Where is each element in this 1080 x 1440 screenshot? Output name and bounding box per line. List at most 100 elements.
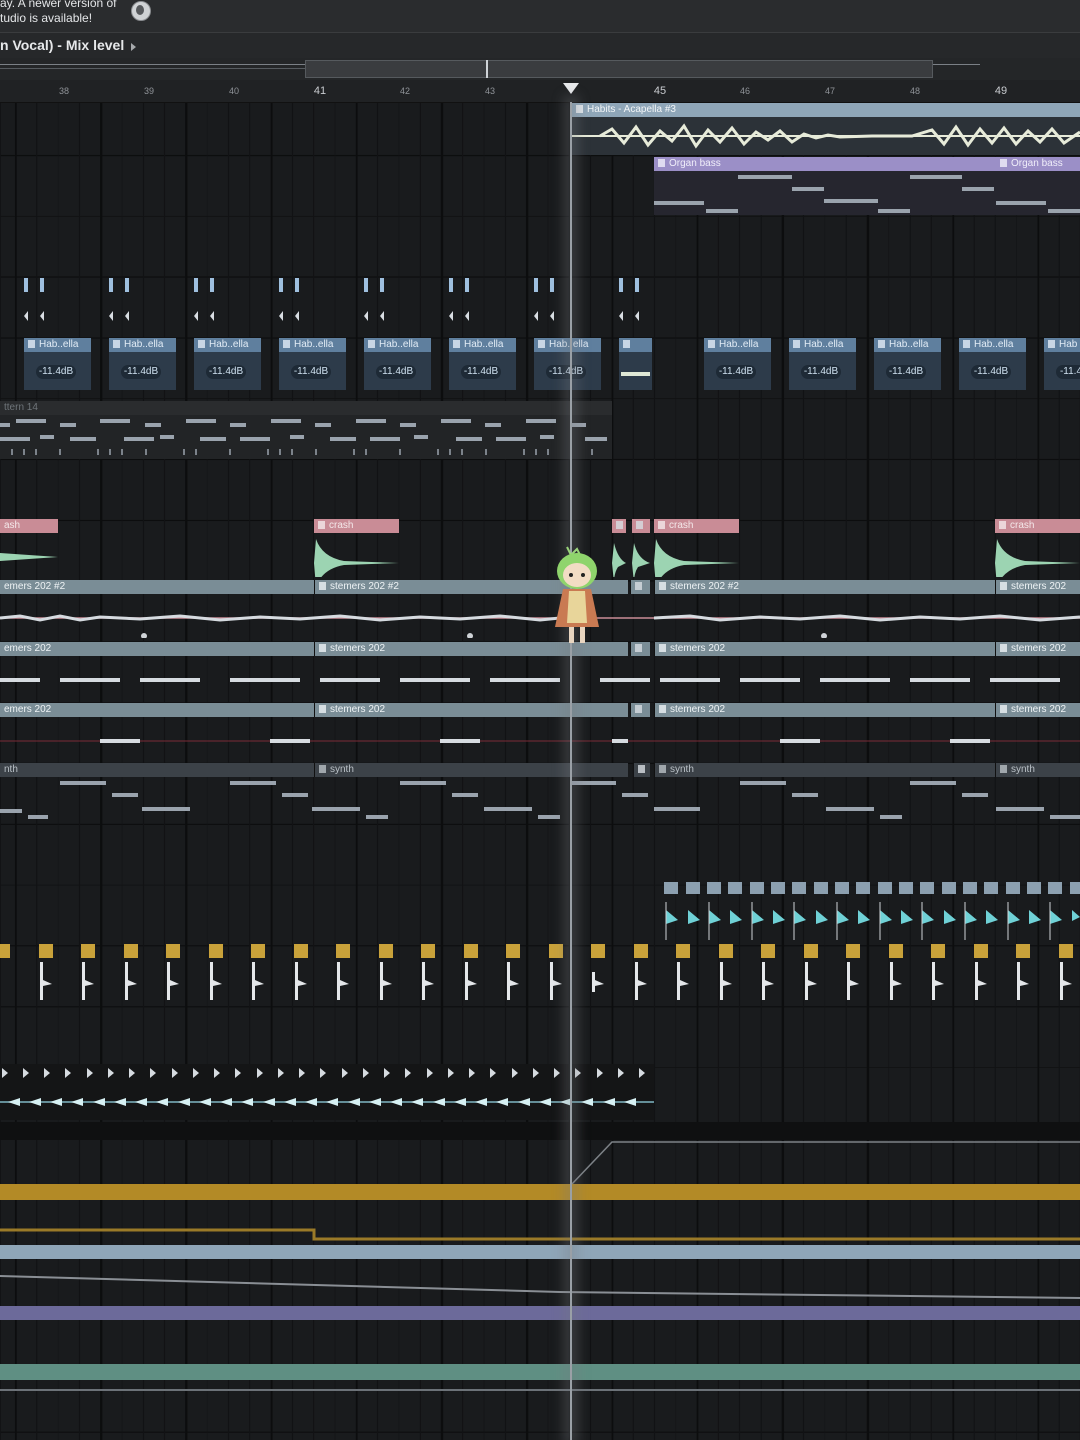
clip-pattern-14[interactable]: ttern 14 (0, 401, 612, 459)
clip-volume: -11.4dB (366, 365, 426, 379)
synth-notes (0, 781, 1080, 819)
clip-hab-ella[interactable]: Hab..ella -11.4dB (194, 338, 261, 390)
clip-label: synth (330, 764, 354, 775)
clip-label: Habits - Acapella #3 (587, 104, 676, 115)
clip-volume: -11.4dB (791, 365, 851, 379)
clip-organ-bass[interactable]: Organ bass (654, 157, 996, 215)
clip-label: crash (329, 520, 354, 531)
clip-stemers-202-b[interactable]: emers 202 stemers 202 stemers 202 stemer… (0, 642, 1080, 700)
bar-number: 49 (994, 85, 1008, 97)
clip-label: stemers 202 #2 (330, 581, 399, 592)
clip-label: Hab..ella (464, 339, 504, 350)
chevron-right-icon[interactable] (131, 43, 136, 51)
hit-markers (0, 944, 1073, 1000)
clip-hab-ella[interactable]: Hab..ella -11.4dB (534, 338, 601, 390)
clip-label: crash (669, 520, 694, 531)
clip-hab-ella[interactable]: Hab..ella -11.4dB (959, 338, 1026, 390)
clip-label: emers 202 (4, 704, 52, 715)
mascot-icon (555, 546, 599, 643)
clip-volume: -11.4 (1046, 365, 1080, 379)
clip-acapella[interactable]: Habits - Acapella #3 (572, 103, 1080, 155)
playlist-titlebar: n Vocal) - Mix level (0, 32, 1080, 59)
clip-volume: -11.4dB (876, 365, 936, 379)
clip-label: stemers 202 (1011, 581, 1067, 592)
audio-waveform (0, 678, 1060, 682)
bar-number: 48 (909, 86, 921, 96)
clip-crash[interactable]: ash (0, 519, 58, 577)
clip-crash[interactable]: crash (654, 519, 739, 577)
clip-label: Hab..ella (719, 339, 759, 350)
clip-label: Organ bass (669, 158, 721, 169)
update-notice[interactable]: ay. A newer version of tudio is availabl… (0, 0, 130, 26)
clip-volume: -11.4dB (961, 365, 1021, 379)
clip-label: Hab..ella (889, 339, 929, 350)
bar-number: 46 (739, 86, 751, 96)
clip-label: stemers 202 (1011, 643, 1067, 654)
clip-label: Hab..ella (209, 339, 249, 350)
clip-hab-ella[interactable]: Hab..ella -11.4dB (279, 338, 346, 390)
hit-track-kick[interactable] (0, 942, 1080, 1004)
overview-scrollbar[interactable] (0, 58, 1080, 80)
clip-crash-short[interactable] (612, 519, 626, 577)
clip-label: Hab..ella (379, 339, 419, 350)
overview-scroll-thumb[interactable] (305, 60, 933, 78)
playlist-window: ay. A newer version of tudio is availabl… (0, 0, 1080, 1440)
notification-bar: ay. A newer version of tudio is availabl… (0, 0, 1080, 32)
clip-label: stemers 202 (330, 643, 386, 654)
timeline-ruler[interactable]: 38 39 40 41 42 43 45 46 47 48 49 (0, 80, 1080, 103)
clip-hab-ella[interactable]: Hab..ella -11.4dB (364, 338, 431, 390)
clip-organ-bass[interactable]: Organ bass (996, 157, 1080, 215)
clip-hab-ella[interactable]: Hab..ella -11.4dB (789, 338, 856, 390)
track-divider (0, 1122, 1080, 1140)
clip-hab-ella[interactable]: Hab..ella -11.4dB (109, 338, 176, 390)
audio-waveform (572, 123, 1080, 149)
bar-number: 38 (58, 86, 70, 96)
playhead-marker-icon[interactable] (563, 83, 579, 94)
clip-label: stemers 202 (670, 704, 726, 715)
clip-volume: -11.4dB (111, 365, 171, 379)
bar-number: 47 (824, 86, 836, 96)
clip-hab-ella[interactable]: Hab -11.4 (1044, 338, 1080, 390)
hit-markers (0, 1068, 654, 1106)
pattern-notes (0, 419, 607, 455)
clip-stemers-202-2[interactable]: emers 202 #2 stemers 202 #2 stemers 202 … (0, 580, 1080, 638)
clip-crash[interactable]: crash (314, 519, 399, 577)
bar-number: 41 (313, 85, 327, 97)
clip-label: synth (670, 764, 694, 775)
clip-volume: -11.4dB (26, 365, 86, 379)
clip-volume: -11.4dB (196, 365, 256, 379)
hit-track-teal[interactable] (662, 882, 1080, 942)
clip-label: emers 202 (4, 643, 52, 654)
clip-label: nth (4, 764, 18, 775)
overview-playhead (486, 60, 488, 78)
clip-label: ash (4, 520, 21, 531)
clip-crash-short[interactable] (632, 519, 650, 577)
audio-waveform (0, 614, 1080, 638)
audio-waveform (0, 739, 1080, 743)
automation-lanes[interactable] (0, 1140, 1080, 1440)
clip-label: synth (1011, 764, 1035, 775)
clip-hab-ella[interactable]: Hab..ella -11.4dB (874, 338, 941, 390)
window-title[interactable]: n Vocal) - Mix level (0, 37, 124, 53)
clip-label: ttern 14 (4, 402, 38, 413)
clip-label: stemers 202 (670, 643, 726, 654)
clip-label: Hab..ella (39, 339, 79, 350)
clip-volume: -11.4dB (706, 365, 766, 379)
hit-track-hihat[interactable] (0, 1064, 654, 1120)
clip-crash[interactable]: crash (995, 519, 1080, 577)
clip-label: Hab..ella (549, 339, 589, 350)
clip-label: emers 202 #2 (4, 581, 66, 592)
clip-label: Hab (1059, 339, 1078, 350)
playhead[interactable] (570, 102, 572, 1440)
clip-label: Hab..ella (804, 339, 844, 350)
clip-hab-ella-short[interactable] (619, 338, 652, 390)
clip-synth[interactable]: nth synth synth synth (0, 763, 1080, 823)
clip-stemers-202-c[interactable]: emers 202 stemers 202 stemers 202 stemer… (0, 703, 1080, 761)
clip-volume: -11.4dB (281, 365, 341, 379)
clip-label: stemers 202 (330, 704, 386, 715)
globe-icon[interactable] (131, 1, 151, 21)
clip-hab-ella[interactable]: Hab..ella -11.4dB (704, 338, 771, 390)
clip-hab-ella[interactable]: Hab..ella -11.4dB (449, 338, 516, 390)
clip-hab-ella[interactable]: Hab..ella -11.4dB (24, 338, 91, 390)
clip-label: Hab..ella (974, 339, 1014, 350)
